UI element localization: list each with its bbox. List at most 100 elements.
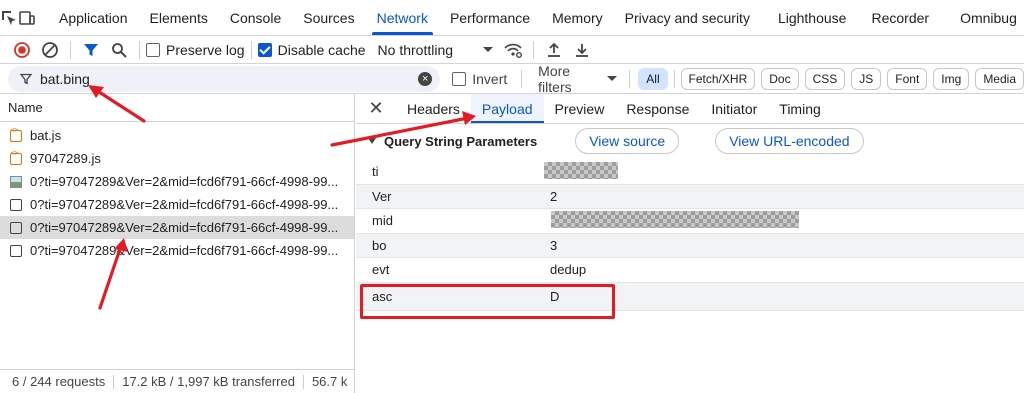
tab-initiator[interactable]: Initiator bbox=[700, 94, 768, 123]
checkbox-unchecked[interactable] bbox=[146, 42, 160, 57]
tab-preview[interactable]: Preview bbox=[544, 94, 616, 123]
param-key: evt bbox=[372, 262, 390, 278]
param-key: mid bbox=[372, 213, 393, 229]
tab-headers[interactable]: Headers bbox=[396, 94, 471, 123]
request-details: ✕ Headers Payload Preview Response Initi… bbox=[356, 94, 1024, 393]
document-icon bbox=[10, 198, 22, 211]
filter-divider bbox=[673, 69, 675, 88]
tab-omnibug[interactable]: Omnibug bbox=[940, 0, 1024, 35]
clear-filter-icon[interactable]: × bbox=[418, 71, 433, 86]
disable-cache-label: Disable cache bbox=[277, 41, 366, 58]
request-name: bat.js bbox=[30, 128, 62, 143]
filter-chip-all[interactable]: All bbox=[638, 67, 668, 90]
tab-recorder[interactable]: Recorder bbox=[857, 0, 940, 35]
document-icon bbox=[10, 221, 22, 234]
param-key: ti bbox=[372, 164, 379, 180]
filter-input[interactable]: bat.bing × bbox=[8, 65, 441, 92]
toolbar-divider bbox=[250, 40, 252, 59]
tab-application[interactable]: Application bbox=[48, 0, 139, 35]
search-icon[interactable] bbox=[105, 37, 133, 63]
disable-cache-checkbox[interactable]: Disable cache bbox=[257, 41, 366, 58]
filter-bar: bat.bing × Invert More filters All Fetch… bbox=[0, 62, 1024, 95]
import-har-icon[interactable] bbox=[540, 37, 568, 63]
param-row: asc D bbox=[356, 282, 1024, 311]
inspect-element-icon[interactable] bbox=[0, 0, 18, 35]
tab-memory[interactable]: Memory bbox=[541, 0, 614, 35]
filter-chip-doc[interactable]: Doc bbox=[761, 67, 799, 90]
chevron-down-icon bbox=[483, 47, 494, 52]
status-divider bbox=[302, 374, 304, 389]
throttling-select[interactable]: No throttling bbox=[377, 41, 494, 58]
filter-input-value[interactable]: bat.bing bbox=[40, 71, 410, 87]
params-table: ti Ver 2 mid bo 3 evt dedup asc D bbox=[356, 160, 1024, 311]
name-column-header[interactable]: Name bbox=[0, 94, 354, 122]
filter-chip-fetch-xhr[interactable]: Fetch/XHR bbox=[680, 67, 756, 90]
view-source-button[interactable]: View source bbox=[575, 128, 680, 154]
tab-lighthouse[interactable]: Lighthouse bbox=[761, 0, 858, 35]
request-count: 6 / 244 requests bbox=[12, 374, 106, 389]
document-icon bbox=[10, 244, 22, 257]
funnel-icon bbox=[20, 73, 32, 85]
request-name: 0?ti=97047289&Ver=2&mid=fcd6f791-66cf-49… bbox=[30, 174, 339, 189]
param-row: bo 3 bbox=[356, 233, 1024, 258]
request-row[interactable]: bat.js bbox=[0, 124, 354, 147]
tab-privacy-security[interactable]: Privacy and security bbox=[614, 0, 761, 35]
filter-chip-css[interactable]: CSS bbox=[804, 67, 846, 90]
close-icon[interactable]: ✕ bbox=[356, 94, 396, 123]
view-url-encoded-button[interactable]: View URL-encoded bbox=[715, 128, 864, 154]
section-title: Query String Parameters bbox=[384, 133, 538, 149]
transferred-size: 17.2 kB / 1,997 kB transferred bbox=[122, 374, 295, 389]
checkbox-checked[interactable] bbox=[257, 42, 272, 57]
filter-icon[interactable] bbox=[77, 37, 105, 63]
status-divider bbox=[113, 374, 115, 389]
throttling-value: No throttling bbox=[377, 41, 454, 58]
param-row: ti bbox=[356, 160, 1024, 185]
filter-chip-media[interactable]: Media bbox=[975, 67, 1024, 90]
details-tabbar: ✕ Headers Payload Preview Response Initi… bbox=[356, 94, 1024, 124]
param-key: bo bbox=[372, 237, 387, 253]
status-bar: 6 / 244 requests 17.2 kB / 1,997 kB tran… bbox=[0, 369, 355, 393]
more-filters-dropdown[interactable]: More filters bbox=[538, 62, 618, 95]
tab-performance[interactable]: Performance bbox=[439, 0, 541, 35]
request-row[interactable]: 0?ti=97047289&Ver=2&mid=fcd6f791-66cf-49… bbox=[0, 170, 354, 193]
tab-payload[interactable]: Payload bbox=[470, 94, 544, 123]
filter-divider bbox=[629, 69, 631, 88]
param-value: 3 bbox=[550, 237, 558, 253]
toolbar-divider bbox=[533, 40, 535, 59]
request-row-selected[interactable]: 0?ti=97047289&Ver=2&mid=fcd6f791-66cf-49… bbox=[0, 216, 354, 239]
preserve-log-checkbox[interactable]: Preserve log bbox=[146, 42, 245, 58]
checkbox-unchecked[interactable] bbox=[452, 71, 467, 86]
network-conditions-icon[interactable] bbox=[499, 37, 527, 63]
export-har-icon[interactable] bbox=[568, 37, 596, 63]
param-row: mid bbox=[356, 209, 1024, 234]
tab-response[interactable]: Response bbox=[615, 94, 700, 123]
clear-icon[interactable] bbox=[36, 37, 64, 63]
tab-network[interactable]: Network bbox=[366, 0, 439, 35]
filter-chip-img[interactable]: Img bbox=[933, 67, 970, 90]
filter-chip-font[interactable]: Font bbox=[887, 67, 928, 90]
script-icon bbox=[10, 151, 22, 165]
param-key: asc bbox=[372, 288, 393, 304]
invert-label: Invert bbox=[472, 70, 508, 87]
tab-sources[interactable]: Sources bbox=[292, 0, 365, 35]
tab-console[interactable]: Console bbox=[219, 0, 292, 35]
invert-checkbox[interactable]: Invert bbox=[452, 71, 507, 87]
stop-recording-icon[interactable] bbox=[8, 37, 36, 63]
request-name: 97047289.js bbox=[30, 151, 101, 166]
device-toolbar-icon[interactable] bbox=[18, 0, 36, 35]
param-value: D bbox=[550, 288, 560, 304]
request-row[interactable]: 0?ti=97047289&Ver=2&mid=fcd6f791-66cf-49… bbox=[0, 193, 354, 216]
request-row[interactable]: 0?ti=97047289&Ver=2&mid=fcd6f791-66cf-49… bbox=[0, 239, 354, 262]
filter-chip-js[interactable]: JS bbox=[851, 67, 882, 90]
request-name: 0?ti=97047289&Ver=2&mid=fcd6f791-66cf-49… bbox=[30, 243, 339, 258]
query-params-header[interactable]: Query String Parameters View source View… bbox=[356, 124, 1024, 158]
tab-elements[interactable]: Elements bbox=[139, 0, 219, 35]
tab-timing[interactable]: Timing bbox=[768, 94, 832, 123]
request-row[interactable]: 97047289.js bbox=[0, 147, 354, 170]
chevron-down-icon bbox=[368, 138, 376, 144]
param-value-redacted bbox=[536, 210, 799, 231]
param-key: Ver bbox=[372, 188, 392, 204]
more-filters-label: More filters bbox=[538, 62, 572, 95]
resources-size: 56.7 k bbox=[311, 374, 348, 389]
toolbar-divider bbox=[70, 40, 71, 59]
